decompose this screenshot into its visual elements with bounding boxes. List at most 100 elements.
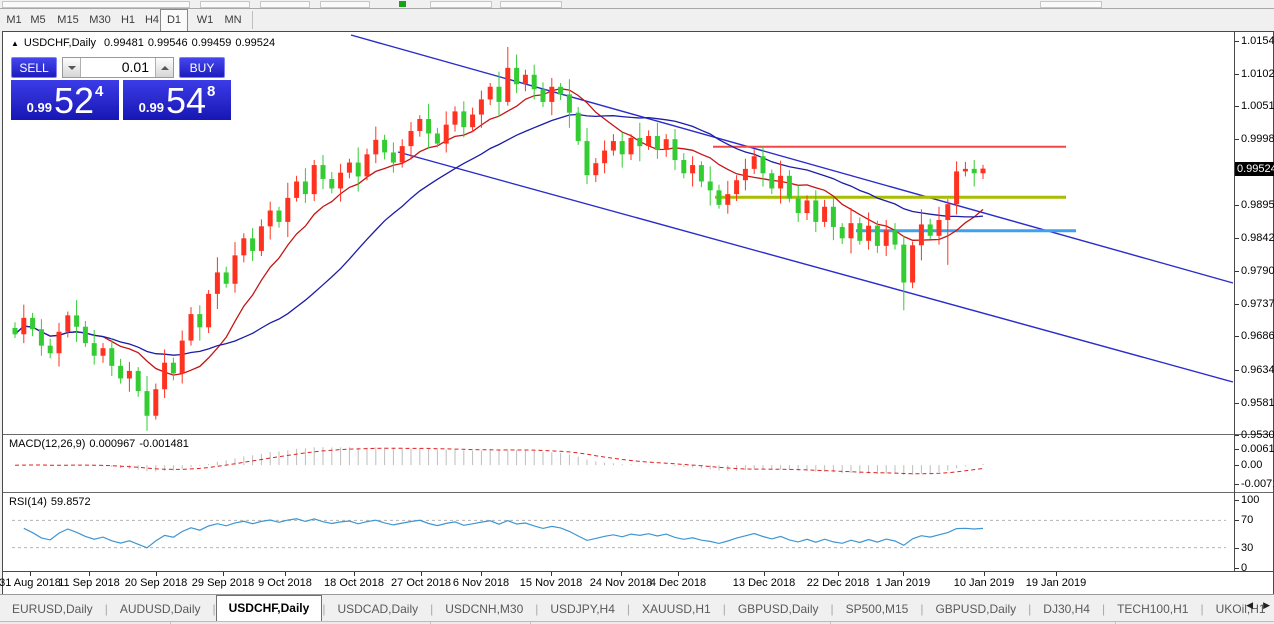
ask-price-point: 8: [207, 83, 215, 100]
tf-button-m15[interactable]: M15: [54, 9, 82, 31]
trend-channel-lines[interactable]: [351, 35, 1233, 382]
rsi-axis-tick: [1235, 548, 1239, 549]
price-axis-label: 1.01545: [1241, 35, 1274, 48]
chart-tab-sp500-8[interactable]: SP500,M15: [834, 597, 921, 621]
chart-tab-usdcnh-4[interactable]: USDCNH,M30: [433, 597, 535, 621]
ohlc-high: 0.99546: [148, 37, 188, 49]
collapse-triangle-icon[interactable]: ▲: [11, 39, 19, 48]
price-axis-tick: [1235, 106, 1239, 107]
date-label: 19 Jan 2019: [1026, 577, 1087, 589]
price-axis-tick: [1235, 139, 1239, 140]
chart-tab-xauusd-6[interactable]: XAUUSD,H1: [630, 597, 723, 621]
chart-window: ▲USDCHF,Daily0.994810.995460.994590.9952…: [2, 31, 1274, 595]
ma-fast-line[interactable]: [15, 89, 983, 375]
rsi-axis-label: 70: [1241, 514, 1253, 527]
date-tick: [984, 572, 985, 576]
tf-button-m30[interactable]: M30: [86, 9, 114, 31]
rsi-label: RSI(14)59.8572: [9, 496, 95, 508]
date-tick: [481, 572, 482, 576]
chart-tab-gbpusd-9[interactable]: GBPUSD,Daily: [923, 597, 1028, 621]
volume-input[interactable]: 0.01: [81, 58, 155, 77]
price-axis-tick: [1235, 435, 1239, 436]
volume-control: 0.01: [62, 57, 174, 78]
date-label: 9 Oct 2018: [258, 577, 312, 589]
rsi-axis-label: 30: [1241, 542, 1253, 555]
bid-price-main: 0.99: [27, 101, 52, 115]
macd-axis-label: 0.00: [1241, 459, 1262, 472]
toolbar-fragment: [260, 1, 310, 8]
macd-label: MACD(12,26,9)0.000967-0.001481: [9, 438, 193, 450]
date-label: 29 Sep 2018: [192, 577, 254, 589]
triangle-down-icon: [68, 66, 76, 70]
date-tick: [903, 572, 904, 576]
toolbar-fragment: [1040, 1, 1102, 8]
volume-increase-button[interactable]: [155, 58, 173, 77]
green-toolbar-icon: [399, 1, 406, 7]
price-axis-tick: [1235, 74, 1239, 75]
chart-tab-eurusd-0[interactable]: EURUSD,Daily: [0, 597, 105, 621]
trading-platform-window: M1M5 M15M30H1H4D1W1MN ▲ USDCHF,Daily 0.9948…: [0, 0, 1274, 624]
date-tick: [678, 572, 679, 576]
ask-price-display[interactable]: 0.99548: [123, 80, 231, 120]
date-label: 4 Dec 2018: [650, 577, 706, 589]
price-axis-tick: [1235, 271, 1239, 272]
tf-button-w1[interactable]: W1: [192, 9, 218, 31]
chart-tab-dj30-10[interactable]: DJ30,H4: [1031, 597, 1102, 621]
ma-slow-line[interactable]: [15, 115, 983, 356]
toolbar-fragment: [320, 1, 370, 8]
date-tick: [156, 572, 157, 576]
price-axis-label: 0.95815: [1241, 397, 1274, 410]
ohlc-low: 0.99459: [192, 37, 232, 49]
tf-button-h1[interactable]: H1: [118, 9, 138, 31]
date-label: 6 Nov 2018: [453, 577, 509, 589]
bid-price-pips: 52: [54, 87, 94, 115]
ohlc-open: 0.99481: [104, 37, 144, 49]
macd-histogram: [15, 447, 983, 475]
rsi-axis-tick: [1235, 520, 1239, 521]
price-axis-tick: [1235, 336, 1239, 337]
date-tick: [838, 572, 839, 576]
macd-axis-tick: [1235, 465, 1239, 466]
tf-button-m1[interactable]: M1: [4, 9, 24, 31]
tf-button-mn[interactable]: MN: [220, 9, 246, 31]
volume-decrease-button[interactable]: [63, 58, 81, 77]
tf-button-h4[interactable]: H4: [142, 9, 162, 31]
date-label: 10 Jan 2019: [954, 577, 1015, 589]
tf-button-d1[interactable]: D1: [160, 9, 188, 33]
tab-scroll-right-icon[interactable]: ▶: [1263, 600, 1270, 611]
buy-button[interactable]: BUY: [179, 57, 225, 78]
rsi-axis-tick: [1235, 500, 1239, 501]
chart-tab-usdjpy-5[interactable]: USDJPY,H4: [538, 597, 626, 621]
chart-title-bar: ▲ USDCHF,Daily 0.99481 0.99546 0.994590.9952…: [11, 37, 279, 49]
tab-scroll-left-icon[interactable]: ◀: [1246, 600, 1253, 611]
macd-axis-tick: [1235, 484, 1239, 485]
rsi-axis-label: 100: [1241, 494, 1259, 507]
chart-tab-gbpusd-7[interactable]: GBPUSD,Daily: [726, 597, 831, 621]
toolbar-fragment: [500, 1, 562, 8]
rsi-axis-tick: [1235, 568, 1239, 569]
date-tick: [621, 572, 622, 576]
rsi-indicator-panel[interactable]: [4, 494, 1234, 571]
bid-price-display[interactable]: 0.99524: [11, 80, 119, 120]
date-label: 24 Nov 2018: [590, 577, 652, 589]
chart-symbol-label: USDCHF,Daily: [24, 37, 96, 49]
chart-tab-bar: EURUSD,Daily|AUDUSD,Daily|USDCHF,Daily|U…: [0, 594, 1274, 621]
date-tick: [421, 572, 422, 576]
sell-button[interactable]: SELL: [11, 57, 57, 78]
chart-tab-audusd-1[interactable]: AUDUSD,Daily: [108, 597, 213, 621]
ohlc-close: 0.99524: [235, 37, 275, 49]
chart-tab-usdchf-2[interactable]: USDCHF,Daily: [216, 595, 323, 621]
price-axis-label: 1.01020: [1241, 68, 1274, 81]
date-tick: [1056, 572, 1057, 576]
chart-tab-tech100-11[interactable]: TECH100,H1: [1105, 597, 1200, 621]
date-tick: [764, 572, 765, 576]
date-label: 1 Jan 2019: [876, 577, 930, 589]
price-axis-border: [1234, 32, 1235, 571]
price-axis-label: 0.96865: [1241, 330, 1274, 343]
date-label: 13 Dec 2018: [733, 577, 795, 589]
chart-tab-usdcad-3[interactable]: USDCAD,Daily: [325, 597, 430, 621]
toolbar-fragment: [430, 1, 492, 8]
tf-button-m5[interactable]: M5: [28, 9, 48, 31]
rsi-line[interactable]: [24, 519, 983, 548]
triangle-up-icon: [161, 66, 169, 70]
